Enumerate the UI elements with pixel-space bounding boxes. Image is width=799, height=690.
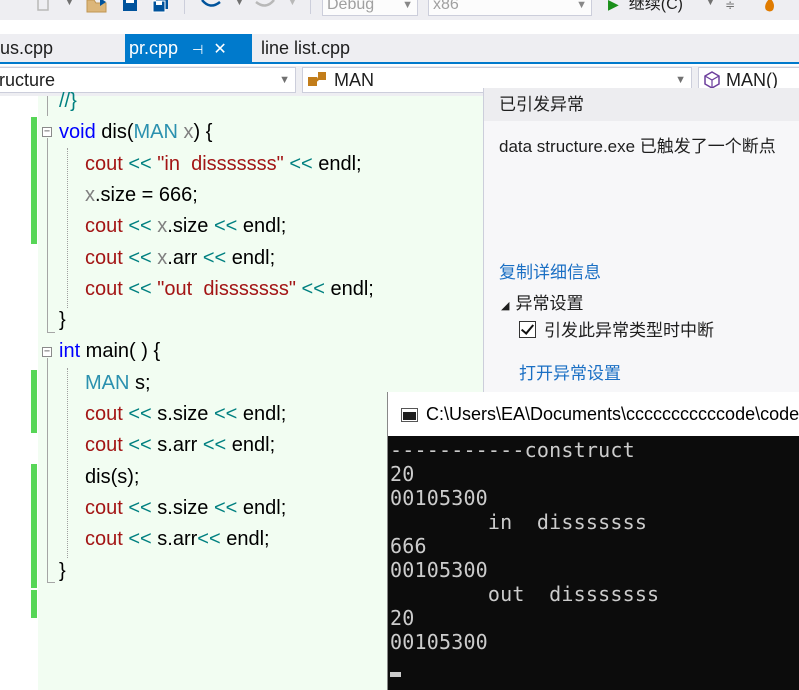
- fold-guide: [47, 358, 48, 582]
- checkbox-checked-icon: [519, 321, 536, 338]
- save-all-icon[interactable]: [152, 0, 170, 14]
- console-line: out disssssss: [390, 582, 660, 606]
- toolbar-separator: [310, 0, 311, 14]
- project-scope-value: ructure: [0, 70, 56, 90]
- console-line: in disssssss: [390, 510, 648, 534]
- chevron-down-icon[interactable]: ▼: [64, 0, 75, 12]
- change-indicator: [31, 117, 37, 244]
- project-scope-dropdown[interactable]: ructure ▼: [0, 67, 296, 93]
- play-icon: ▶: [608, 0, 619, 12]
- toolbar: ▼ ▼ ▼ Debug ▼ x86 ▼ ▶ 继续(C) ▼ ≑: [0, 0, 799, 20]
- console-line: 20: [390, 606, 415, 630]
- chevron-down-icon[interactable]: ▼: [705, 0, 716, 12]
- chevron-down-icon[interactable]: ▼: [287, 0, 298, 12]
- console-line: -----------construct: [390, 438, 635, 462]
- console-title-bar[interactable]: C:\Users\EA\Documents\cccccccccccode\cod…: [388, 392, 799, 436]
- console-line: 00105300: [390, 630, 488, 654]
- fold-guide: [47, 582, 55, 583]
- code-line[interactable]: //}: [59, 86, 77, 117]
- method-icon: [704, 71, 720, 89]
- code-line[interactable]: cout << s.size << endl;: [85, 399, 286, 430]
- fold-guide: [47, 96, 48, 116]
- code-line[interactable]: }: [59, 556, 66, 587]
- more-options-icon[interactable]: ≑: [725, 0, 735, 14]
- class-icon: [308, 72, 326, 86]
- exception-settings-header[interactable]: ◢ 异常设置: [501, 289, 583, 314]
- new-project-icon[interactable]: [36, 0, 52, 14]
- code-line[interactable]: cout << x.arr << endl;: [85, 243, 275, 274]
- change-indicator: [31, 590, 37, 618]
- tab-line-list-cpp[interactable]: line list.cpp: [257, 34, 387, 62]
- fold-guide: [47, 138, 48, 332]
- tab-label: line list.cpp: [261, 38, 351, 58]
- solution-platform-dropdown[interactable]: x86 ▼: [428, 0, 592, 16]
- break-on-exception-checkbox[interactable]: 引发此异常类型时中断: [519, 316, 714, 341]
- code-line[interactable]: MAN s;: [85, 368, 151, 399]
- pin-icon[interactable]: ⊣: [192, 42, 203, 57]
- toolbar-separator: [184, 0, 185, 14]
- copy-details-link[interactable]: 复制详细信息: [499, 258, 601, 283]
- undo-icon[interactable]: [198, 0, 222, 14]
- indent-guide: [67, 148, 68, 308]
- type-scope-value: MAN: [334, 70, 375, 90]
- indent-guide: [67, 368, 68, 558]
- tab-label: pr.cpp: [129, 38, 179, 58]
- console-app-icon: [401, 408, 418, 422]
- continue-label: 继续(C): [628, 0, 683, 13]
- member-scope-value: MAN(): [726, 70, 779, 90]
- chevron-down-icon: ▼: [576, 0, 587, 11]
- code-line[interactable]: cout << "out disssssss" << endl;: [85, 274, 374, 305]
- chevron-down-icon: ▼: [402, 0, 413, 11]
- tab-label: us.cpp: [0, 38, 54, 58]
- save-icon[interactable]: [122, 0, 138, 14]
- change-indicator: [31, 370, 37, 402]
- console-title: C:\Users\EA\Documents\cccccccccccode\cod…: [426, 404, 799, 424]
- close-icon[interactable]: ✕: [213, 41, 226, 58]
- code-line[interactable]: }: [59, 305, 66, 336]
- code-line[interactable]: x.size = 666;: [85, 180, 198, 211]
- console-cursor: [390, 672, 401, 677]
- console-window[interactable]: C:\Users\EA\Documents\cccccccccccode\cod…: [387, 392, 799, 690]
- code-line[interactable]: int main( ) {: [59, 336, 160, 367]
- collapse-icon[interactable]: −: [42, 347, 52, 357]
- collapse-icon[interactable]: −: [42, 127, 52, 137]
- expand-triangle-icon: ◢: [501, 300, 510, 312]
- continue-button[interactable]: ▶ 继续(C): [608, 0, 683, 16]
- chevron-down-icon: ▼: [279, 74, 290, 86]
- break-on-exception-label: 引发此异常类型时中断: [544, 321, 714, 340]
- open-exception-settings-link[interactable]: 打开异常设置: [519, 359, 621, 384]
- change-indicator: [31, 464, 37, 588]
- chevron-down-icon[interactable]: ▼: [234, 0, 245, 12]
- fire-icon[interactable]: [763, 0, 777, 14]
- code-line[interactable]: cout << s.size << endl;: [85, 493, 286, 524]
- tab-us-cpp[interactable]: us.cpp: [0, 34, 116, 62]
- code-line[interactable]: cout << s.arr << endl;: [85, 430, 275, 461]
- fold-guide: [47, 332, 55, 333]
- solution-config-dropdown[interactable]: Debug ▼: [322, 0, 418, 16]
- console-line: 00105300: [390, 558, 488, 582]
- redo-icon[interactable]: [254, 0, 278, 14]
- exception-message: data structure.exe 已触发了一个断点: [499, 137, 776, 156]
- solution-config-value: Debug: [327, 0, 375, 13]
- code-line[interactable]: void dis(MAN x) {: [59, 117, 212, 148]
- document-tabs: us.cpp pr.cpp ⊣ ✕ line list.cpp: [0, 34, 799, 64]
- code-line[interactable]: cout << x.size << endl;: [85, 211, 286, 242]
- open-folder-icon[interactable]: [86, 0, 108, 14]
- solution-platform-value: x86: [433, 0, 459, 13]
- exception-settings-label: 异常设置: [515, 294, 584, 313]
- console-line: 00105300: [390, 486, 488, 510]
- console-line: 20: [390, 462, 415, 486]
- code-line[interactable]: cout << "in disssssss" << endl;: [85, 149, 362, 180]
- change-indicator: [31, 402, 37, 433]
- tab-pr-cpp[interactable]: pr.cpp ⊣ ✕: [125, 34, 252, 62]
- code-line[interactable]: dis(s);: [85, 462, 139, 493]
- code-line[interactable]: cout << s.arr<< endl;: [85, 524, 270, 555]
- exception-title: 已引发异常: [484, 88, 799, 121]
- console-line: 666: [390, 534, 427, 558]
